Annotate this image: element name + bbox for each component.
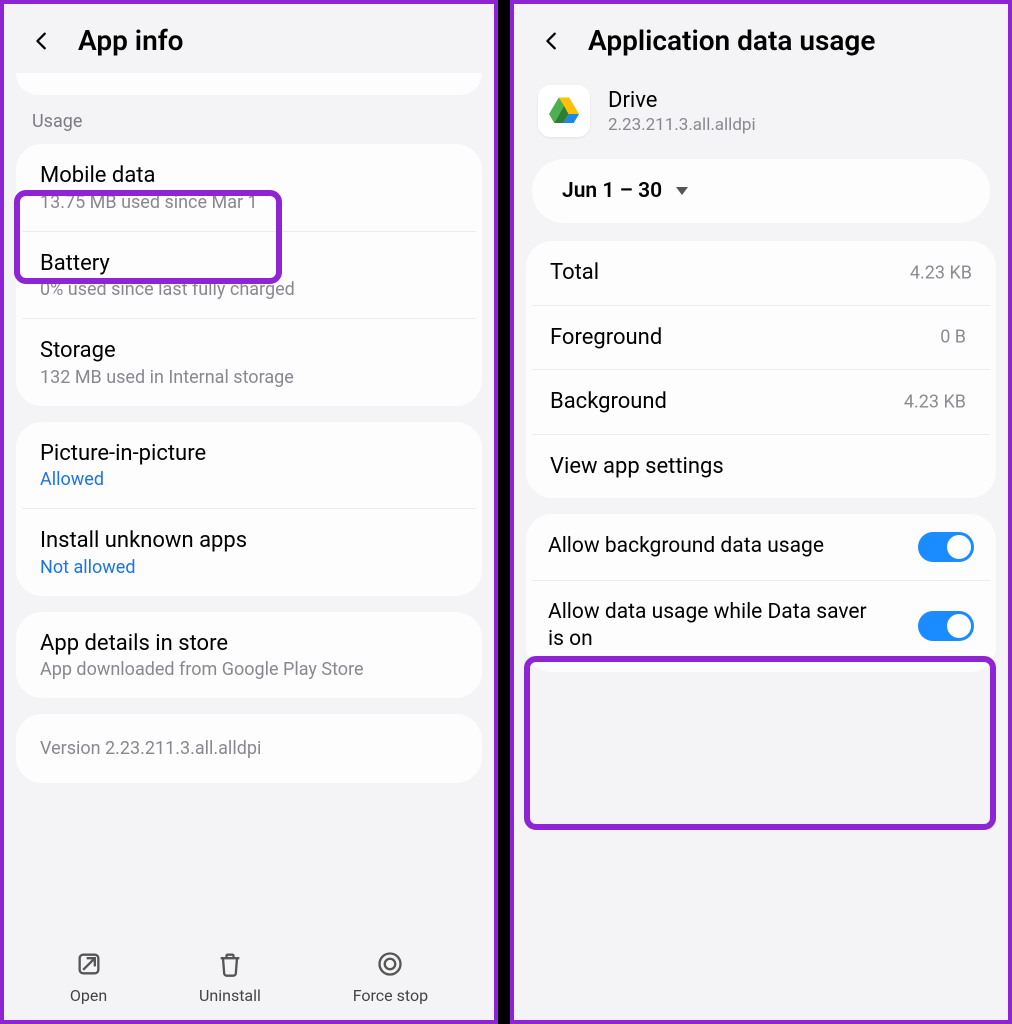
right-screen: Application data usage Drive 2.23.211.3.… <box>510 0 1012 1024</box>
battery-sub: 0% used since last fully charged <box>40 279 458 300</box>
store-card: App details in store App downloaded from… <box>16 612 482 699</box>
partial-card-top <box>16 73 482 95</box>
header: App info <box>4 4 494 73</box>
foreground-label: Foreground <box>550 324 972 352</box>
battery-row[interactable]: Battery 0% used since last fully charged <box>22 231 476 319</box>
back-icon[interactable] <box>28 27 56 55</box>
view-app-settings-label: View app settings <box>550 453 972 481</box>
mobile-data-title: Mobile data <box>40 162 458 190</box>
app-text-block: Drive 2.23.211.3.all.alldpi <box>608 88 756 135</box>
total-label: Total <box>550 259 972 287</box>
page-title: Application data usage <box>588 24 875 57</box>
date-range-selector[interactable]: Jun 1 – 30 <box>532 159 990 223</box>
foreground-row: Foreground 0 B <box>532 305 990 370</box>
back-icon[interactable] <box>538 27 566 55</box>
unknown-apps-row[interactable]: Install unknown apps Not allowed <box>22 508 476 596</box>
background-row: Background 4.23 KB <box>532 369 990 434</box>
battery-title: Battery <box>40 250 458 278</box>
toggles-card: Allow background data usage Allow data u… <box>526 514 996 672</box>
allow-bg-data-switch[interactable] <box>918 532 974 562</box>
total-value: 4.23 KB <box>910 262 972 283</box>
usage-section-label: Usage <box>4 107 494 144</box>
force-stop-label: Force stop <box>353 986 428 1005</box>
mobile-data-row[interactable]: Mobile data 13.75 MB used since Mar 1 <box>16 144 482 231</box>
usage-stats-card: Total 4.23 KB Foreground 0 B Background … <box>526 241 996 498</box>
date-range-text: Jun 1 – 30 <box>562 179 662 203</box>
app-details-store-sub: App downloaded from Google Play Store <box>40 659 458 680</box>
app-details-store-row[interactable]: App details in store App downloaded from… <box>16 612 482 699</box>
pip-sub: Allowed <box>40 469 458 490</box>
open-button[interactable]: Open <box>70 948 107 1005</box>
page-title: App info <box>78 24 184 57</box>
storage-sub: 132 MB used in Internal storage <box>40 367 458 388</box>
open-icon <box>73 948 105 980</box>
pip-row[interactable]: Picture-in-picture Allowed <box>16 422 482 509</box>
trash-icon <box>214 948 246 980</box>
force-stop-button[interactable]: Force stop <box>353 948 428 1005</box>
app-version: 2.23.211.3.all.alldpi <box>608 115 756 135</box>
storage-title: Storage <box>40 337 458 365</box>
pip-title: Picture-in-picture <box>40 440 458 468</box>
foreground-value: 0 B <box>940 327 966 348</box>
version-card: Version 2.23.211.3.all.alldpi <box>16 714 482 783</box>
total-row: Total 4.23 KB <box>526 241 996 305</box>
permissions-card: Picture-in-picture Allowed Install unkno… <box>16 422 482 596</box>
left-screen: App info Usage Mobile data 13.75 MB used… <box>0 0 498 1024</box>
view-app-settings-row[interactable]: View app settings <box>532 434 990 499</box>
allow-data-saver-switch[interactable] <box>918 611 974 641</box>
version-text: Version 2.23.211.3.all.alldpi <box>40 738 261 759</box>
bottom-action-bar: Open Uninstall Force stop <box>4 930 494 1020</box>
caret-down-icon <box>674 179 690 203</box>
mobile-data-sub: 13.75 MB used since Mar 1 <box>40 192 458 213</box>
unknown-apps-sub: Not allowed <box>40 557 458 578</box>
allow-bg-data-row[interactable]: Allow background data usage <box>526 514 996 580</box>
uninstall-label: Uninstall <box>199 986 261 1005</box>
unknown-apps-title: Install unknown apps <box>40 527 458 555</box>
drive-icon <box>538 85 590 137</box>
header: Application data usage <box>514 4 1008 73</box>
usage-card: Mobile data 13.75 MB used since Mar 1 Ba… <box>16 144 482 406</box>
app-name: Drive <box>608 88 756 113</box>
uninstall-button[interactable]: Uninstall <box>199 948 261 1005</box>
allow-bg-data-label: Allow background data usage <box>548 533 824 560</box>
app-header-row: Drive 2.23.211.3.all.alldpi <box>514 73 1008 153</box>
highlight-toggles <box>524 656 996 830</box>
app-details-store-title: App details in store <box>40 630 458 658</box>
storage-row[interactable]: Storage 132 MB used in Internal storage <box>22 318 476 406</box>
allow-data-saver-row[interactable]: Allow data usage while Data saver is on <box>532 580 990 672</box>
allow-data-saver-label: Allow data usage while Data saver is on <box>548 599 868 654</box>
force-stop-icon <box>374 948 406 980</box>
background-value: 4.23 KB <box>904 391 966 412</box>
open-label: Open <box>70 986 107 1005</box>
